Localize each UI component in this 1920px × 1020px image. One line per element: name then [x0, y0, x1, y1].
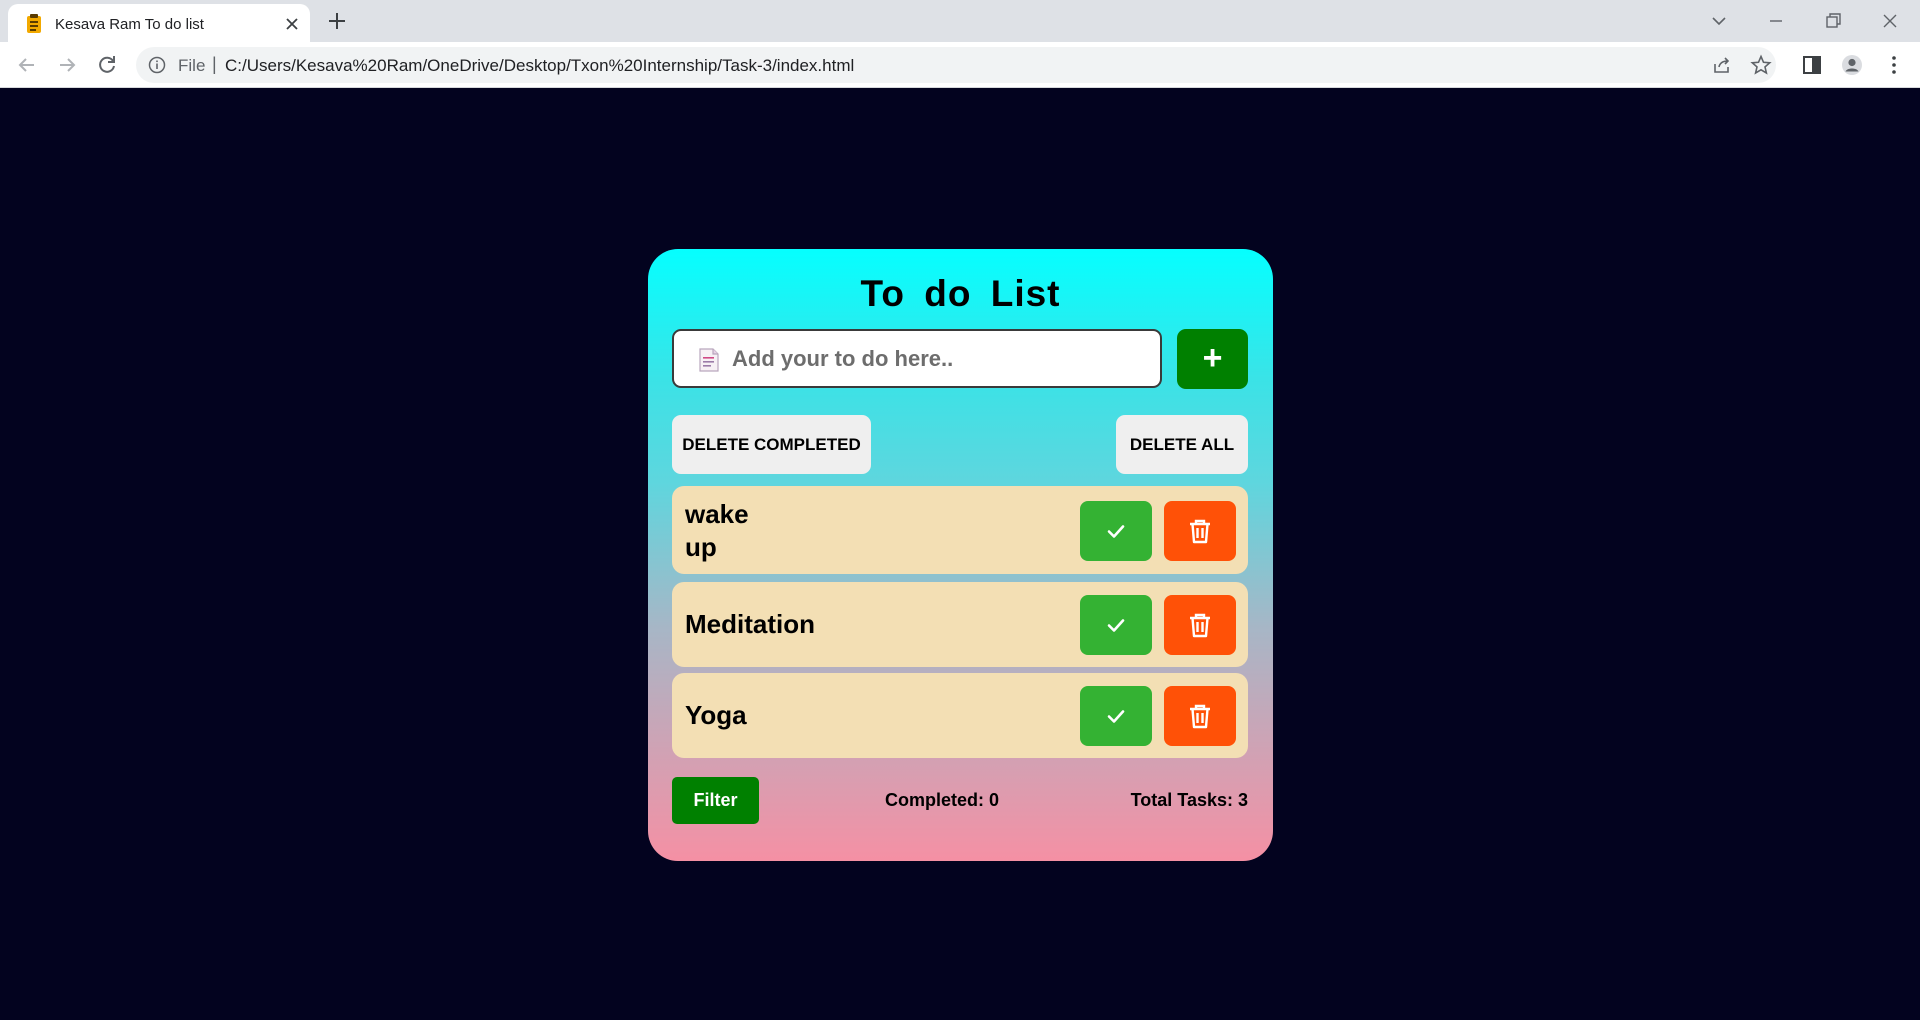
- delete-task-button[interactable]: [1164, 686, 1236, 746]
- share-icon[interactable]: [1711, 54, 1733, 76]
- complete-task-button[interactable]: [1080, 595, 1152, 655]
- page-title: To do List: [860, 273, 1061, 314]
- forward-icon[interactable]: [55, 53, 79, 77]
- task-text: Meditation: [685, 609, 815, 639]
- complete-task-button[interactable]: [1080, 686, 1152, 746]
- url-text[interactable]: C:/Users/Kesava%20Ram/OneDrive/Desktop/T…: [225, 56, 854, 76]
- tab-search-icon[interactable]: [1706, 8, 1732, 34]
- delete-task-button[interactable]: [1164, 595, 1236, 655]
- filter-button[interactable]: Filter: [672, 777, 759, 824]
- task-item: Yoga: [672, 673, 1248, 758]
- info-icon[interactable]: [148, 56, 166, 74]
- task-text: wake up: [685, 499, 749, 562]
- reload-icon[interactable]: [95, 53, 119, 77]
- completed-count: Completed: 0: [885, 790, 1000, 810]
- browser-toolbar: File | C:/Users/Kesava%20Ram/OneDrive/De…: [0, 42, 1920, 88]
- scheme-label: File: [178, 56, 206, 75]
- note-icon: [699, 348, 719, 372]
- trash-icon: [1190, 704, 1210, 729]
- delete-all-button[interactable]: DELETE ALL: [1116, 415, 1248, 474]
- menu-dots-icon[interactable]: [1883, 54, 1905, 76]
- trash-icon: [1190, 613, 1210, 638]
- delete-task-button[interactable]: [1164, 501, 1236, 561]
- star-icon[interactable]: [1750, 54, 1772, 76]
- todo-card: To do List + DELETE COMPLETED DELETE ALL…: [648, 249, 1273, 861]
- new-tab-icon[interactable]: [326, 10, 348, 32]
- complete-task-button[interactable]: [1080, 501, 1152, 561]
- add-task-button[interactable]: +: [1177, 329, 1248, 389]
- close-window-icon[interactable]: [1877, 8, 1903, 34]
- trash-icon: [1190, 519, 1210, 544]
- minimize-icon[interactable]: [1763, 8, 1789, 34]
- clipboard-icon: [27, 14, 41, 33]
- check-icon: [1107, 710, 1125, 723]
- side-panel-icon[interactable]: [1801, 54, 1823, 76]
- todo-input-box[interactable]: [672, 329, 1162, 388]
- total-tasks-count: Total Tasks: 3: [1130, 790, 1248, 810]
- profile-avatar-icon[interactable]: [1841, 54, 1863, 76]
- todo-input[interactable]: [732, 339, 1142, 379]
- task-item: wake up: [672, 486, 1248, 574]
- task-item: Meditation: [672, 582, 1248, 667]
- browser-tabstrip: Kesava Ram To do list: [0, 0, 1920, 42]
- address-bar[interactable]: File | C:/Users/Kesava%20Ram/OneDrive/De…: [136, 47, 1776, 83]
- delete-completed-button[interactable]: DELETE COMPLETED: [672, 415, 871, 474]
- url-separator: |: [212, 54, 217, 74]
- close-icon[interactable]: [282, 14, 302, 34]
- check-icon: [1107, 525, 1125, 538]
- task-text: Yoga: [685, 700, 747, 730]
- browser-tab[interactable]: Kesava Ram To do list: [8, 4, 310, 42]
- tab-title: Kesava Ram To do list: [55, 16, 204, 33]
- back-icon[interactable]: [15, 53, 39, 77]
- check-icon: [1107, 619, 1125, 632]
- restore-icon[interactable]: [1820, 8, 1846, 34]
